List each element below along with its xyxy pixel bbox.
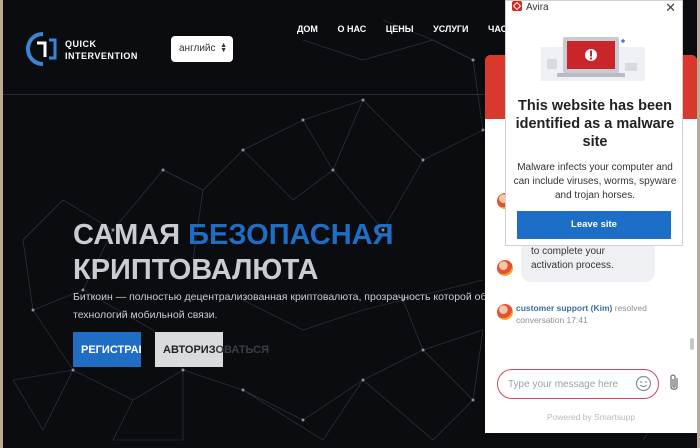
emoji-icon[interactable] [635,375,652,392]
authorize-button-label: АВТОРИЗ [163,344,216,356]
nav-item-prices[interactable]: ЦЕНЫ [386,24,414,34]
nav-item-services[interactable]: УСЛУГИ [433,24,468,34]
nav-item-about[interactable]: О НАС [337,24,366,34]
authorize-button-label-faded: ОВАТЬСЯ [215,344,270,356]
agent-avatar [497,304,513,320]
agent-avatar [497,260,513,276]
avira-body: Malware infects your computer and can in… [513,162,677,201]
avira-headline: This website has been identified as a ma… [515,98,675,150]
chat-message-line2: activation process. [531,260,614,271]
avira-logo-icon [512,1,522,11]
authorize-button[interactable]: АВТОРИЗОВАТЬСЯ [155,332,269,367]
attach-icon[interactable] [666,373,682,393]
avira-brand: Avira [526,2,549,13]
chat-message-line1: to complete your [531,246,605,257]
hero-title-accent: БЕЗОПАСНАЯ [188,219,394,251]
malware-laptop-icon [541,37,645,81]
hero-subtitle-line2: технологий мобильной связи. [73,309,218,321]
register-button[interactable]: РЕГИСТРАЦИЯ [73,332,141,367]
hero-title: САМАЯ БЕЗОПАСНАЯ КРИПТОВАЛЮТА [73,218,393,288]
language-select[interactable]: английс ▲ ▼ [171,36,233,62]
site-logo[interactable]: QUICK INTERVENTION [25,32,165,66]
chat-scrollbar[interactable] [690,338,694,350]
message-input-wrapper [497,369,659,399]
logo-mark-icon [25,32,57,66]
resolved-text: resolved [612,303,647,313]
avira-titlebar: Avira [512,1,549,15]
nav-item-home[interactable]: ДОМ [297,24,318,34]
select-arrows-icon: ▲ ▼ [220,42,227,54]
leave-site-button[interactable]: Leave site [517,211,671,239]
avira-warning-popup: Avira ✕ This website has been identified… [505,0,683,246]
logo-line1: QUICK [65,39,97,49]
resolved-timestamp: conversation 17:41 [516,315,588,325]
hero-title-part1: САМАЯ [73,219,189,251]
language-select-value: английс [179,43,216,54]
resolved-notice: customer support (Kim) resolved conversa… [516,302,666,326]
logo-line2: INTERVENTION [65,51,138,61]
screen: QUICK INTERVENTION английс ▲ ▼ ДОМ О НАС … [0,0,700,448]
hero-subtitle-line1: Биткоин — полностью децентрализованная к… [73,291,504,303]
resolved-agent-name: customer support (Kim) [516,303,613,313]
hero-title-line2: КРИПТОВАЛЮТА [73,254,319,286]
logo-text: QUICK INTERVENTION [65,38,138,62]
message-input[interactable] [508,375,628,393]
powered-by[interactable]: Powered by Smartsupp [485,412,697,422]
close-icon[interactable]: ✕ [665,0,676,16]
hero-subtitle: Биткоин — полностью децентрализованная к… [73,288,504,324]
chat-message: to complete your activation process. [521,240,655,282]
